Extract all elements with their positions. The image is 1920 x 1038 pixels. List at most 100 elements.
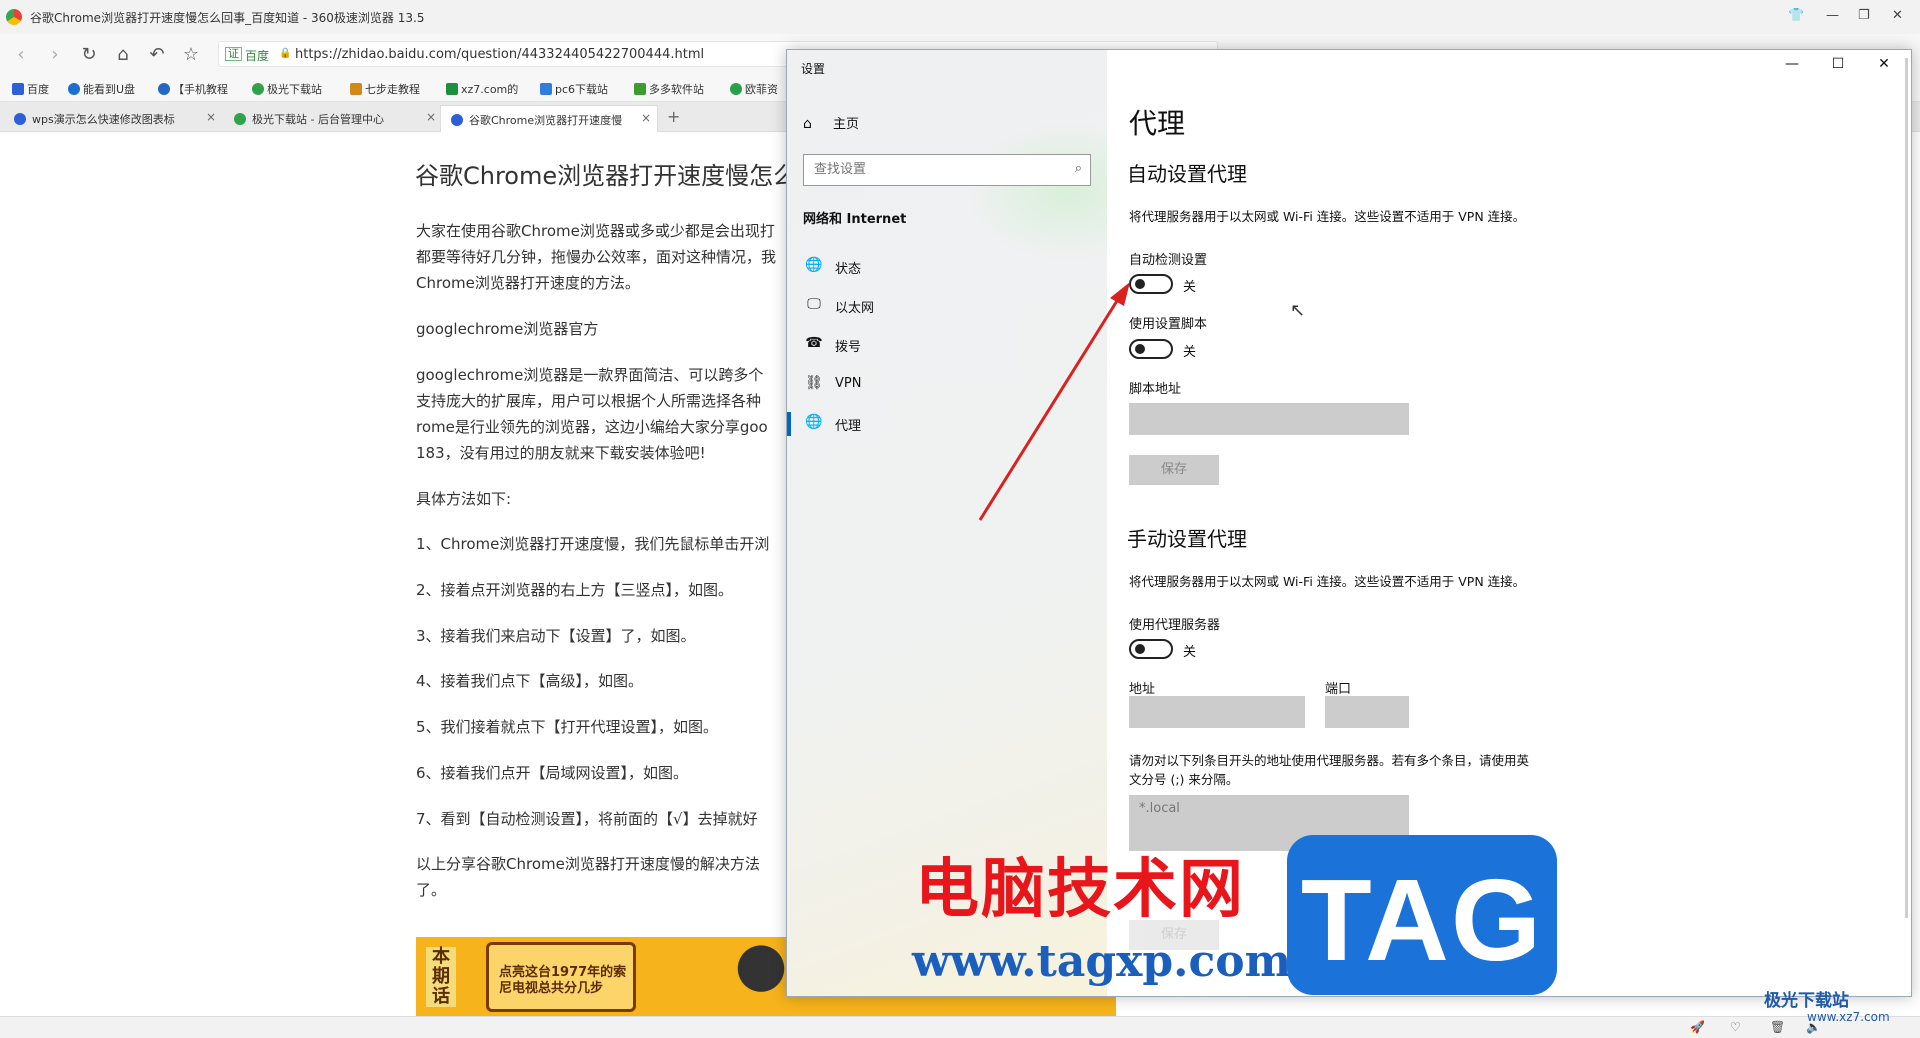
watermark-site-name: 电脑技术网	[915, 852, 1245, 927]
verified-badge: 证	[225, 47, 242, 61]
bookmark-item[interactable]: xz7.com的	[446, 81, 518, 97]
manual-proxy-description: 将代理服务器用于以太网或 Wi-Fi 连接。这些设置不适用于 VPN 连接。	[1129, 574, 1526, 589]
close-tab-icon[interactable]: ×	[426, 110, 436, 124]
tab-favicon-icon	[234, 113, 246, 125]
banner-side-label: 本期话	[426, 947, 456, 1007]
bookmark-item[interactable]: 百度	[12, 81, 49, 97]
manual-proxy-heading: 手动设置代理	[1127, 527, 1247, 551]
home-icon[interactable]: ⌂	[112, 44, 134, 65]
exceptions-description-line1: 请勿对以下列条目开头的地址使用代理服务器。若有多个条目，请使用英	[1129, 753, 1530, 768]
article-line: 以上分享谷歌Chrome浏览器打开速度慢的解决方法	[416, 855, 760, 873]
article-line: 具体方法如下:	[416, 490, 512, 508]
settings-search-input[interactable]	[814, 162, 1054, 177]
annotation-arrow	[978, 282, 1130, 521]
trash-icon[interactable]: 🗑	[1770, 1020, 1785, 1034]
article-step: 1、Chrome浏览器打开速度慢，我们先鼠标单击开浏	[416, 535, 770, 553]
article-line: Chrome浏览器打开速度的方法。	[416, 274, 640, 292]
settings-search-box[interactable]: ⌕	[803, 154, 1091, 186]
page-title: 代理	[1129, 107, 1186, 140]
bookmark-favicon-icon	[158, 83, 170, 95]
nav-section-label: 网络和 Internet	[803, 212, 907, 227]
watermark-url: www.tagxp.com	[912, 936, 1292, 987]
browser-statusbar: 🚀 ♡ 🗑 🔈	[0, 1016, 1920, 1038]
auto-save-button[interactable]: 保存	[1129, 455, 1219, 485]
auto-detect-state: 关	[1183, 280, 1197, 295]
bookmark-favicon-icon	[68, 83, 80, 95]
exceptions-input[interactable]	[1139, 801, 1391, 816]
article-subheading: googlechrome浏览器官方	[416, 320, 599, 338]
lock-icon: 🔒	[279, 48, 292, 59]
back-icon[interactable]: ‹	[10, 44, 32, 65]
bookmark-favicon-icon	[12, 83, 24, 95]
bookmark-item[interactable]: 七步走教程	[350, 81, 420, 97]
article-line: 都要等待好几分钟，拖慢办公效率，面对这种情况，我	[416, 248, 777, 266]
restore-button[interactable]: ❐	[1858, 8, 1870, 23]
script-address-input[interactable]	[1139, 409, 1391, 424]
bookmark-item[interactable]: pc6下载站	[540, 81, 608, 97]
use-proxy-label: 使用代理服务器	[1129, 618, 1221, 633]
tag-logo: TAG	[1287, 835, 1557, 995]
use-proxy-toggle[interactable]	[1129, 639, 1173, 659]
browser-logo-icon	[6, 9, 22, 25]
bookmark-favicon-icon	[730, 83, 742, 95]
new-tab-button[interactable]: +	[667, 107, 680, 126]
scrollbar[interactable]	[1905, 58, 1908, 918]
bookmark-item[interactable]: 多多软件站	[634, 81, 704, 97]
article-title: 谷歌Chrome浏览器打开速度慢怎么回事	[415, 162, 846, 190]
browser-tab-active[interactable]: 谷歌Chrome浏览器打开速度慢 ×	[440, 105, 658, 132]
article-step: 2、接着点开浏览器的右上方【三竖点】，如图。	[416, 581, 734, 599]
bookmark-item[interactable]: 【手机教程	[158, 81, 228, 97]
article-step: 3、接着我们来启动下【设置】了，如图。	[416, 627, 696, 645]
bookmark-favicon-icon	[350, 83, 362, 95]
proxy-port-field[interactable]	[1325, 696, 1409, 728]
article-line: 大家在使用谷歌Chrome浏览器或多或少都是会出现打	[416, 222, 775, 240]
settings-minimize-button[interactable]: —	[1769, 56, 1815, 72]
nav-home[interactable]: ⌂ 主页	[803, 113, 859, 132]
settings-close-button[interactable]: ✕	[1861, 56, 1907, 72]
browser-window-title: 谷歌Chrome浏览器打开速度慢怎么回事_百度知道 - 360极速浏览器 13.…	[30, 11, 425, 25]
url-text[interactable]: https://zhidao.baidu.com/question/443324…	[295, 47, 704, 62]
settings-maximize-button[interactable]: ☐	[1815, 56, 1861, 72]
bookmark-favicon-icon	[252, 83, 264, 95]
heart-icon[interactable]: ♡	[1730, 1020, 1741, 1034]
reload-icon[interactable]: ↻	[78, 44, 100, 65]
browser-tab[interactable]: wps演示怎么快速修改图表标 ×	[4, 105, 222, 132]
corner-logo-url: www.xz7.com	[1807, 1010, 1890, 1024]
script-address-field[interactable]	[1129, 403, 1409, 435]
bookmark-item[interactable]: 极光下载站	[252, 81, 322, 97]
globe-status-icon: 🌐	[805, 257, 823, 273]
article-line: 了。	[416, 881, 447, 899]
skin-icon[interactable]: 👕	[1788, 8, 1804, 23]
bookmark-item[interactable]: 欧菲资	[730, 81, 778, 97]
search-icon[interactable]: ⌕	[1075, 161, 1082, 176]
article-line: 183，没有用过的朋友就来下载安装体验吧!	[416, 444, 706, 462]
bookmark-item[interactable]: 能看到U盘	[68, 81, 135, 97]
ethernet-icon: 🖵	[807, 296, 821, 312]
proxy-address-label: 地址	[1129, 682, 1156, 697]
browser-titlebar: 谷歌Chrome浏览器打开速度慢怎么回事_百度知道 - 360极速浏览器 13.…	[0, 0, 1920, 34]
forward-icon[interactable]: ›	[44, 44, 66, 65]
auto-detect-label: 自动检测设置	[1129, 253, 1208, 268]
corner-logo-text: 极光下载站	[1764, 991, 1849, 1011]
undo-close-icon[interactable]: ↶	[146, 44, 168, 65]
article-step: 4、接着我们点下【高级】，如图。	[416, 672, 644, 690]
bookmark-favicon-icon	[634, 83, 646, 95]
auto-proxy-description: 将代理服务器用于以太网或 Wi-Fi 连接。这些设置不适用于 VPN 连接。	[1129, 209, 1526, 224]
proxy-address-field[interactable]	[1129, 696, 1305, 728]
close-window-button[interactable]: ✕	[1892, 8, 1903, 23]
article-line: rome是行业领先的浏览器，这边小编给大家分享goo	[416, 418, 768, 436]
tag-logo-text: TAG	[1300, 855, 1544, 985]
exceptions-description-line2: 文分号 (;) 来分隔。	[1129, 772, 1239, 787]
favorite-star-icon[interactable]: ☆	[180, 44, 202, 65]
use-script-label: 使用设置脚本	[1129, 317, 1208, 332]
close-tab-icon[interactable]: ×	[206, 110, 216, 124]
vpn-icon: ⛓	[805, 375, 823, 391]
arrow-head	[1110, 282, 1130, 306]
auto-proxy-heading: 自动设置代理	[1127, 162, 1247, 186]
proxy-port-label: 端口	[1325, 682, 1352, 697]
minimize-button[interactable]: —	[1826, 8, 1839, 23]
browser-tab[interactable]: 极光下载站 - 后台管理中心 ×	[224, 105, 442, 132]
close-tab-icon[interactable]: ×	[641, 111, 651, 125]
rocket-icon[interactable]: 🚀	[1690, 1020, 1705, 1034]
bookmark-favicon-icon	[540, 83, 552, 95]
